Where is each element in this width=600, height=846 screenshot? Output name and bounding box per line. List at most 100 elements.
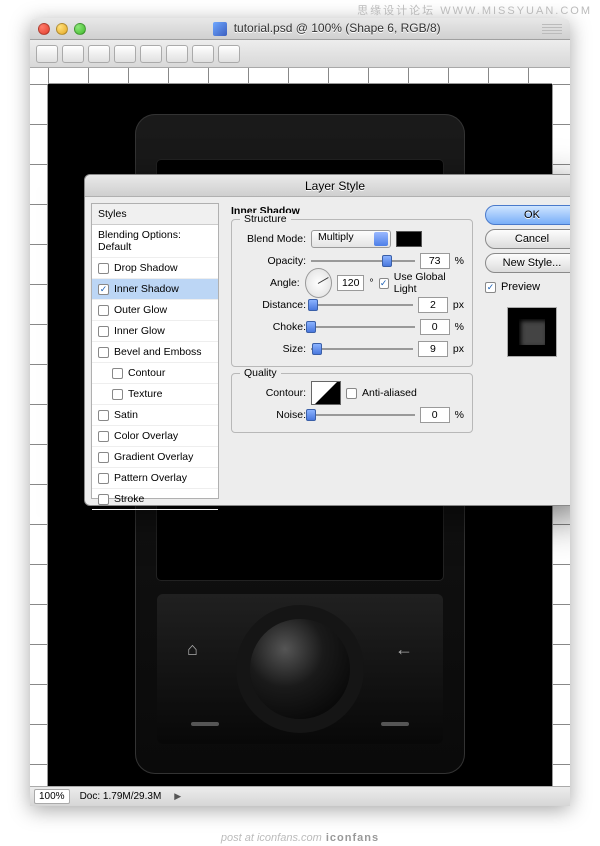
- zoom-icon[interactable]: [74, 23, 86, 35]
- angle-input[interactable]: 120: [337, 275, 364, 291]
- end-call-icon: [381, 722, 409, 726]
- cancel-button[interactable]: Cancel: [485, 229, 570, 249]
- noise-slider[interactable]: [311, 408, 415, 422]
- effect-satin[interactable]: Satin: [92, 405, 218, 426]
- effect-label: Color Overlay: [114, 430, 178, 442]
- effect-checkbox[interactable]: [98, 305, 109, 316]
- call-icon: [191, 722, 219, 726]
- effect-contour[interactable]: Contour: [92, 363, 218, 384]
- ruler-vertical-left[interactable]: [30, 84, 48, 786]
- dialog-buttons: OK Cancel New Style... ✓ Preview: [485, 203, 570, 499]
- use-global-light-checkbox[interactable]: ✓: [379, 278, 389, 289]
- status-bar: 100% Doc: 1.79M/29.3M ▶: [30, 786, 570, 806]
- layer-style-dialog: Layer Style Styles Blending Options: Def…: [84, 174, 570, 506]
- effect-inner-shadow[interactable]: ✓Inner Shadow: [92, 279, 218, 300]
- angle-dial[interactable]: [305, 268, 332, 298]
- size-label: Size:: [240, 343, 306, 355]
- quality-fieldset: Quality Contour: Anti-aliased Noise: 0 %: [231, 373, 473, 433]
- distance-label: Distance:: [240, 299, 306, 311]
- preview-toggle[interactable]: ✓ Preview: [485, 281, 570, 293]
- window-title-text: tutorial.psd @ 100% (Shape 6, RGB/8): [234, 21, 441, 35]
- effect-label: Satin: [114, 409, 138, 421]
- effect-checkbox[interactable]: [98, 452, 109, 463]
- toolbar-item[interactable]: [166, 45, 188, 63]
- effect-stroke[interactable]: Stroke: [92, 489, 218, 510]
- toolbar-item[interactable]: [62, 45, 84, 63]
- effect-checkbox[interactable]: ✓: [98, 284, 109, 295]
- blend-mode-select[interactable]: Multiply: [311, 230, 391, 248]
- effect-pattern-overlay[interactable]: Pattern Overlay: [92, 468, 218, 489]
- effect-label: Bevel and Emboss: [114, 346, 202, 358]
- choke-slider[interactable]: [311, 320, 415, 334]
- anti-alias-checkbox[interactable]: [346, 388, 357, 399]
- size-slider[interactable]: [311, 342, 413, 356]
- effect-checkbox[interactable]: [98, 494, 109, 505]
- unit-degree: °: [369, 277, 373, 289]
- distance-slider[interactable]: [311, 298, 413, 312]
- opacity-input[interactable]: 73: [420, 253, 450, 269]
- effect-inner-glow[interactable]: Inner Glow: [92, 321, 218, 342]
- preview-checkbox[interactable]: ✓: [485, 282, 496, 293]
- zoom-level[interactable]: 100%: [34, 789, 70, 804]
- options-toolbar: [30, 40, 570, 68]
- close-icon[interactable]: [38, 23, 50, 35]
- shadow-color-swatch[interactable]: [396, 231, 422, 247]
- choke-label: Choke:: [240, 321, 306, 333]
- footer-caption: post at iconfans.com iconfans: [0, 832, 600, 844]
- effect-label: Stroke: [114, 493, 144, 505]
- new-style-button[interactable]: New Style...: [485, 253, 570, 273]
- distance-input[interactable]: 2: [418, 297, 448, 313]
- effect-checkbox[interactable]: [98, 347, 109, 358]
- chevron-right-icon[interactable]: ▶: [174, 791, 181, 802]
- styles-list: Styles Blending Options: Default Drop Sh…: [91, 203, 219, 499]
- effect-label: Texture: [128, 388, 162, 400]
- effect-checkbox[interactable]: [112, 368, 123, 379]
- effect-checkbox[interactable]: [98, 263, 109, 274]
- effect-checkbox[interactable]: [112, 389, 123, 400]
- effect-color-overlay[interactable]: Color Overlay: [92, 426, 218, 447]
- structure-fieldset: Structure Blend Mode: Multiply Opacity: …: [231, 219, 473, 367]
- ruler-horizontal[interactable]: [48, 68, 552, 84]
- toolbar-item[interactable]: [114, 45, 136, 63]
- window-titlebar[interactable]: tutorial.psd @ 100% (Shape 6, RGB/8): [30, 18, 570, 40]
- effect-label: Contour: [128, 367, 165, 379]
- dpad-icon: [250, 619, 350, 719]
- unit-px: px: [453, 343, 464, 355]
- blending-options-item[interactable]: Blending Options: Default: [92, 225, 218, 258]
- effect-texture[interactable]: Texture: [92, 384, 218, 405]
- minimize-icon[interactable]: [56, 23, 68, 35]
- noise-label: Noise:: [240, 409, 306, 421]
- ok-button[interactable]: OK: [485, 205, 570, 225]
- unit-percent: %: [455, 255, 464, 267]
- effect-bevel-and-emboss[interactable]: Bevel and Emboss: [92, 342, 218, 363]
- opacity-slider[interactable]: [311, 254, 415, 268]
- dialog-title[interactable]: Layer Style: [85, 175, 570, 197]
- effect-checkbox[interactable]: [98, 326, 109, 337]
- effect-checkbox[interactable]: [98, 410, 109, 421]
- effect-label: Gradient Overlay: [114, 451, 193, 463]
- quality-legend: Quality: [240, 367, 281, 379]
- toolbar-item[interactable]: [140, 45, 162, 63]
- effect-checkbox[interactable]: [98, 431, 109, 442]
- toolbar-item[interactable]: [36, 45, 58, 63]
- effect-label: Pattern Overlay: [114, 472, 187, 484]
- toolbar-item[interactable]: [88, 45, 110, 63]
- blend-mode-label: Blend Mode:: [240, 233, 306, 245]
- unit-percent: %: [455, 321, 464, 333]
- contour-label: Contour:: [240, 387, 306, 399]
- choke-input[interactable]: 0: [420, 319, 450, 335]
- contour-picker[interactable]: [311, 381, 341, 405]
- styles-header[interactable]: Styles: [92, 204, 218, 225]
- effect-outer-glow[interactable]: Outer Glow: [92, 300, 218, 321]
- toolbar-item[interactable]: [192, 45, 214, 63]
- chevron-updown-icon: [374, 232, 388, 246]
- titlebar-grip-icon: [542, 24, 562, 34]
- noise-input[interactable]: 0: [420, 407, 450, 423]
- toolbar-item[interactable]: [218, 45, 240, 63]
- effect-gradient-overlay[interactable]: Gradient Overlay: [92, 447, 218, 468]
- effect-checkbox[interactable]: [98, 473, 109, 484]
- unit-percent: %: [455, 409, 464, 421]
- effect-drop-shadow[interactable]: Drop Shadow: [92, 258, 218, 279]
- size-input[interactable]: 9: [418, 341, 448, 357]
- opacity-label: Opacity:: [240, 255, 306, 267]
